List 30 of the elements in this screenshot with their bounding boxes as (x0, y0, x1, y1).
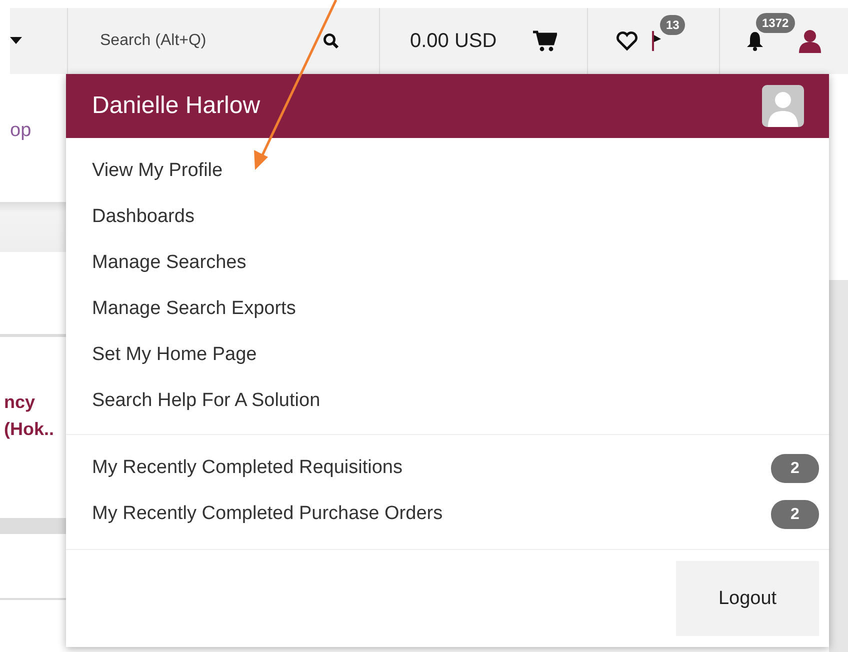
cart-icon[interactable] (533, 29, 557, 53)
search-field[interactable]: Search (Alt+Q) (100, 32, 300, 50)
avatar-icon (762, 85, 804, 127)
menu-item[interactable]: View My Profile (66, 148, 829, 194)
item-title[interactable]: ncy (4, 389, 66, 416)
count-badge: 2 (771, 500, 819, 528)
menu-item[interactable]: Manage Searches (66, 240, 829, 286)
scrollbar[interactable] (829, 280, 848, 652)
menu-item[interactable]: Search Help For A Solution (66, 378, 829, 424)
user-icon[interactable] (798, 29, 822, 53)
caret-icon[interactable] (10, 37, 22, 45)
panel-header (0, 518, 66, 534)
notification-count-badge: 1372 (756, 13, 795, 33)
panel-header (0, 202, 66, 252)
user-name: Danielle Harlow (92, 92, 260, 120)
cart-total: 0.00 USD (410, 30, 497, 52)
flag-icon[interactable] (652, 31, 662, 51)
menu-item[interactable]: My Recently Completed Requisitions (92, 457, 402, 479)
menu-item[interactable]: Dashboards (66, 194, 829, 240)
logout-button[interactable]: Logout (676, 561, 819, 636)
menu-item[interactable]: My Recently Completed Purchase Orders (92, 503, 443, 525)
flag-count-badge: 13 (660, 15, 686, 35)
heart-icon[interactable] (616, 31, 638, 51)
count-badge: 2 (771, 454, 819, 482)
item-title[interactable]: (Hok.. (4, 416, 66, 443)
menu-item[interactable]: Manage Search Exports (66, 286, 829, 332)
menu-item[interactable]: Set My Home Page (66, 332, 829, 378)
bell-icon[interactable] (746, 31, 764, 51)
search-icon[interactable] (323, 33, 339, 49)
nav-link[interactable]: op (10, 120, 32, 146)
